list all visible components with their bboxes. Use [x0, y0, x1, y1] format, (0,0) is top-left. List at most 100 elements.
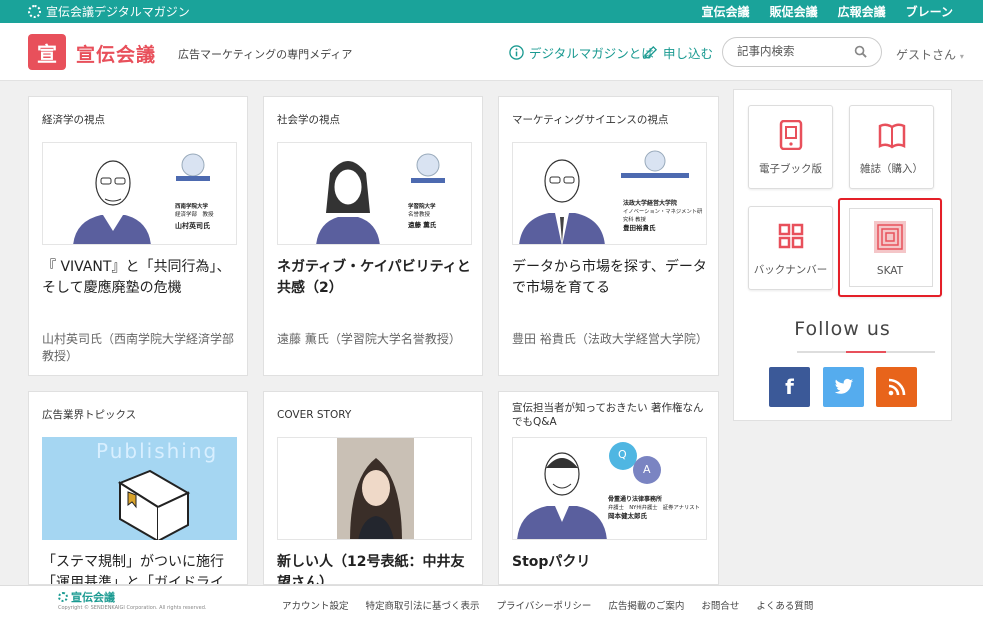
- portrait-illustration: [316, 153, 445, 244]
- tagline: 広告マーケティングの専門メディア: [178, 48, 353, 61]
- thumb-name: 山村英司氏: [175, 222, 210, 230]
- thumb-name: 岡本健太郎氏: [608, 512, 647, 520]
- facebook-icon: f: [785, 375, 794, 399]
- topbar-link-sendenkaigi[interactable]: 宣伝会議: [702, 3, 750, 20]
- top-bar: 宣伝会議デジタルマガジン 宣伝会議 販促会議 広報会議 ブレーン: [0, 0, 983, 23]
- tile-ebook-label: 電子ブック版: [759, 163, 822, 175]
- footer-ring-icon: [58, 592, 68, 602]
- card-category: 経済学の視点: [42, 114, 105, 126]
- footer-link-account[interactable]: アカウント設定: [282, 598, 349, 612]
- logo-icon[interactable]: 宣: [28, 34, 66, 70]
- article-card[interactable]: 宣伝担当者が知っておきたい 著作権なんでもQ&A Q A 骨董通り法律事務所 弁…: [498, 391, 719, 585]
- card-title[interactable]: 「ステマ規制」がついに施行「運用基準」と「ガイドライン」の違いに: [42, 552, 242, 584]
- card-thumbnail[interactable]: 西南学院大学 経済学部 教授 山村英司氏: [42, 142, 237, 245]
- twitter-icon: [834, 378, 853, 394]
- footer-link-faq[interactable]: よくある質問: [756, 598, 813, 612]
- thumb-affiliation: 法政大学経営大学院: [623, 200, 678, 207]
- about-link-label: デジタルマガジンとは: [529, 46, 654, 61]
- thumb-role: 弁護士 NY州弁護士 証券アナリスト: [608, 505, 700, 511]
- tile-backnumber[interactable]: バックナンバー: [748, 206, 833, 290]
- tile-ebook[interactable]: 電子ブック版: [748, 105, 833, 189]
- topbar-brand-label: 宣伝会議デジタルマガジン: [46, 5, 190, 19]
- chevron-down-icon: ▾: [959, 52, 964, 61]
- thumb-role: イノベーション・マネジメント研究科 教授: [623, 209, 703, 223]
- follow-heading: Follow us: [794, 318, 891, 340]
- topbar-link-brain[interactable]: ブレーン: [906, 3, 953, 20]
- user-menu[interactable]: ゲストさん ▾: [896, 46, 964, 63]
- card-title[interactable]: 『 VIVANT』と「共同行為」、そして慶應廃塾の危機: [42, 257, 242, 299]
- footer-logo[interactable]: 宣伝会議: [58, 589, 115, 605]
- article-card[interactable]: 経済学の視点 西南学院大学 経済学部 教授 山村英司氏 『 VIVANT』と「共…: [28, 96, 248, 376]
- open-book-icon: [878, 123, 905, 149]
- rss-button[interactable]: [876, 367, 917, 407]
- card-author: 山村英司氏（西南学院大学経済学部 教授）: [42, 332, 235, 363]
- twitter-button[interactable]: [823, 367, 864, 407]
- article-card[interactable]: 広告業界トピックス Publishing 「ステマ規制」がついに施行「運用基準」…: [28, 391, 248, 585]
- card-thumbnail[interactable]: 法政大学経営大学院 イノベーション・マネジメント研究科 教授 豊田裕貴氏: [512, 142, 707, 245]
- follow-divider: [797, 351, 935, 353]
- tile-skat-label: SKAT: [876, 265, 904, 277]
- article-card[interactable]: マーケティングサイエンスの視点 法政大学経営大学院 イノベーション・マネジメント…: [498, 96, 719, 376]
- q-bubble: Q: [618, 448, 627, 461]
- search-icon[interactable]: [854, 45, 867, 58]
- thumb-name: 豊田裕貴氏: [623, 224, 656, 232]
- footer-copyright: Copyright © SENDENKAIGI Corporation. All…: [58, 605, 207, 611]
- footer-link-tokushoho[interactable]: 特定商取引法に基づく表示: [366, 598, 480, 612]
- card-title[interactable]: データから市場を探す、データで市場を育てる: [512, 257, 712, 299]
- thumb-affiliation: 学習院大学: [408, 204, 436, 210]
- footer-link-privacy[interactable]: プライバシーポリシー: [497, 598, 592, 612]
- portrait-illustration: [517, 442, 661, 539]
- site-footer: 宣伝会議 Copyright © SENDENKAIGI Corporation…: [0, 585, 983, 619]
- card-category: 広告業界トピックス: [42, 409, 137, 421]
- sidebar: 電子ブック版 雑誌（購入） バックナンバー SKAT Follow us f: [733, 89, 952, 421]
- article-card[interactable]: 社会学の視点 学習院大学 名誉教授 遠藤 薫氏 ネガティブ・ケイパビリティと共感…: [263, 96, 483, 376]
- apply-link[interactable]: 申し込む: [643, 43, 713, 62]
- thumb-caption: 西南学院大学 経済学部 教授 山村英司氏: [175, 203, 214, 230]
- tile-magazine[interactable]: 雑誌（購入）: [849, 105, 934, 189]
- topbar-brand[interactable]: 宣伝会議デジタルマガジン: [28, 3, 190, 20]
- pencil-icon: [643, 45, 658, 60]
- card-author: 豊田 裕貴氏（法政大学経営大学院）: [512, 332, 708, 346]
- grid-icon: [778, 223, 803, 249]
- card-author: 遠藤 薫氏（学習院大学名誉教授）: [277, 332, 461, 346]
- apply-link-label: 申し込む: [663, 46, 714, 61]
- topbar-link-hansokukaigi[interactable]: 販促会議: [770, 3, 818, 20]
- card-thumbnail[interactable]: Q A 骨董通り法律事務所 弁護士 NY州弁護士 証券アナリスト 岡本健太郎氏: [512, 437, 707, 540]
- a-bubble: A: [643, 463, 651, 476]
- thumb-role: 名誉教授: [408, 212, 431, 218]
- search-input[interactable]: [737, 44, 847, 58]
- card-thumbnail[interactable]: Publishing: [42, 437, 237, 540]
- card-thumbnail[interactable]: 学習院大学 名誉教授 遠藤 薫氏: [277, 142, 472, 245]
- tablet-icon: [779, 120, 802, 150]
- card-title[interactable]: 新しい人（12号表紙：中井友望さん）: [277, 552, 477, 584]
- about-link[interactable]: デジタルマガジンとは: [509, 43, 654, 62]
- facebook-button[interactable]: f: [769, 367, 810, 407]
- footer-links: アカウント設定 特定商取引法に基づく表示 プライバシーポリシー 広告掲載のご案内…: [282, 598, 813, 612]
- card-thumbnail[interactable]: [277, 437, 472, 540]
- card-title[interactable]: ネガティブ・ケイパビリティと共感（2）: [277, 257, 477, 299]
- footer-link-ads[interactable]: 広告掲載のご案内: [608, 598, 684, 612]
- thumb-affiliation: 西南学院大学: [175, 204, 209, 210]
- thumb-role: 経済学部 教授: [175, 212, 214, 218]
- thumb-caption: 骨董通り法律事務所 弁護士 NY州弁護士 証券アナリスト 岡本健太郎氏: [608, 496, 700, 520]
- site-header: 宣 宣伝会議 広告マーケティングの専門メディア デジタルマガジンとは 申し込む …: [0, 23, 983, 81]
- skat-logo-icon: [874, 221, 906, 253]
- footer-link-contact[interactable]: お問合せ: [701, 598, 739, 612]
- info-icon: [509, 45, 524, 60]
- thumb-caption: 学習院大学 名誉教授 遠藤 薫氏: [408, 203, 436, 229]
- card-category: マーケティングサイエンスの視点: [512, 114, 669, 126]
- tile-magazine-label: 雑誌（購入）: [860, 163, 923, 175]
- thumb-affiliation: 骨董通り法律事務所: [608, 496, 663, 503]
- topbar-links: 宣伝会議 販促会議 広報会議 ブレーン: [702, 3, 953, 20]
- card-title[interactable]: Stopパクリ: [512, 552, 712, 573]
- tile-skat[interactable]: SKAT: [838, 198, 942, 297]
- thumb-caption: 法政大学経営大学院 イノベーション・マネジメント研究科 教授 豊田裕貴氏: [623, 200, 706, 232]
- logo-text[interactable]: 宣伝会議: [76, 40, 156, 67]
- topbar-link-kouhoukaigi[interactable]: 広報会議: [838, 3, 886, 20]
- article-card[interactable]: COVER STORY 新しい人（12号表紙：中井友望さん）: [263, 391, 483, 585]
- tile-backnumber-label: バックナンバー: [753, 264, 828, 276]
- rss-icon: [888, 378, 905, 396]
- card-category: 宣伝担当者が知っておきたい 著作権なんでもQ&A: [512, 402, 704, 428]
- thumb-name: 遠藤 薫氏: [408, 221, 437, 229]
- card-category: 社会学の視点: [277, 114, 340, 126]
